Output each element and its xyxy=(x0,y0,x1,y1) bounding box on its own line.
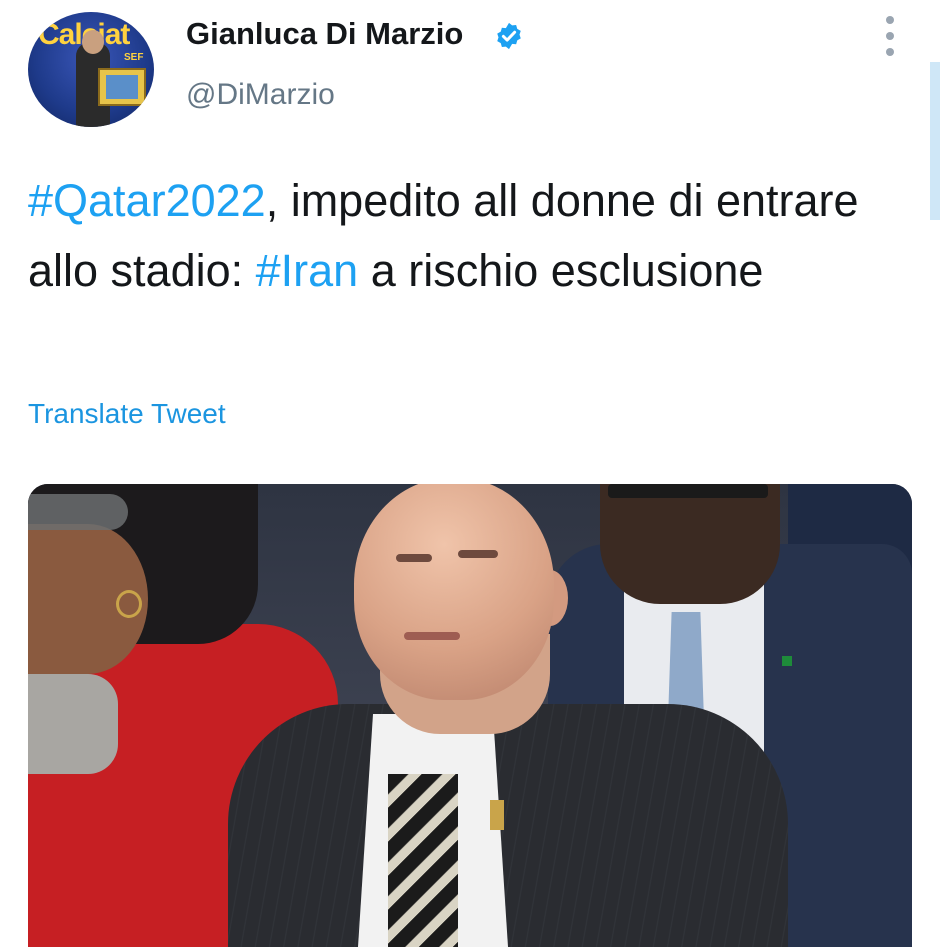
hashtag-iran[interactable]: #Iran xyxy=(256,245,359,296)
photo-woman-sunglasses xyxy=(28,494,128,530)
tweet-text-part: a rischio esclusione xyxy=(358,245,764,296)
tweet-text: #Qatar2022, impedito all donne di entrar… xyxy=(28,166,898,306)
photo-right-man-pin xyxy=(782,656,792,666)
avatar-frame xyxy=(98,68,146,106)
photo-woman-scarf xyxy=(28,674,118,774)
avatar[interactable]: Calciat SEF xyxy=(28,12,154,127)
user-handle[interactable]: @DiMarzio xyxy=(186,78,335,112)
photo-main-man-suit xyxy=(228,704,788,947)
translate-tweet-link[interactable]: Translate Tweet xyxy=(28,398,226,430)
photo-main-man-lapel-pin xyxy=(490,800,504,830)
display-name[interactable]: Gianluca Di Marzio xyxy=(186,16,463,52)
photo-woman-earring xyxy=(116,590,142,618)
tweet-media-image[interactable] xyxy=(28,484,912,947)
photo-main-man-mouth xyxy=(404,632,460,640)
tweet-header: Calciat SEF Gianluca Di Marzio @DiMarzio xyxy=(0,0,940,150)
photo-main-man-eye xyxy=(458,550,498,558)
avatar-head xyxy=(82,30,104,54)
photo-main-man-eye xyxy=(396,554,432,562)
more-vertical-icon[interactable] xyxy=(878,14,902,58)
photo-right-man-face xyxy=(600,484,780,604)
hashtag-qatar2022[interactable]: #Qatar2022 xyxy=(28,175,266,226)
scroll-indicator[interactable] xyxy=(930,62,940,220)
photo-right-man-glasses xyxy=(608,484,768,498)
avatar-sub-text: SEF xyxy=(124,52,144,63)
verified-badge-icon xyxy=(497,22,521,50)
photo-main-man-head xyxy=(354,484,554,700)
photo-main-man-tie xyxy=(388,774,458,947)
